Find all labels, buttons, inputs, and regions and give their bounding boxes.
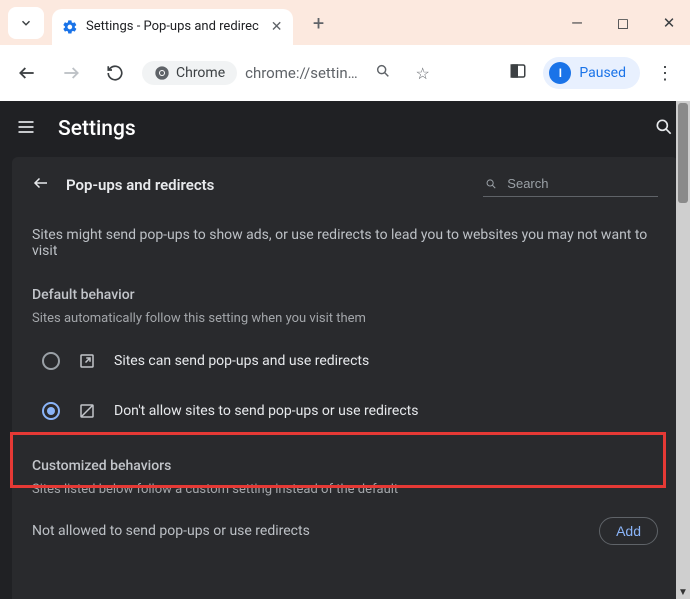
add-button[interactable]: Add [599,517,658,545]
scrollbar-thumb[interactable] [678,103,688,203]
browser-toolbar: Chrome chrome://settin… ☆ I Paused ⋮ [0,45,690,101]
not-allowed-label: Not allowed to send pop-ups or use redir… [32,523,310,539]
magnifier-icon [654,117,674,137]
url-text: chrome://settin… [245,64,358,82]
profile-status: Paused [579,65,626,81]
window-titlebar: Settings - Pop-ups and redirec ✕ + — ◻ ✕ [0,0,690,45]
settings-gear-icon [62,19,78,35]
customized-sub: Sites listed below follow a custom setti… [32,482,658,497]
maximize-button[interactable]: ◻ [608,14,638,32]
vertical-scrollbar[interactable]: ▼ [676,101,690,599]
back-button[interactable] [10,56,44,90]
magnifier-icon [375,63,391,79]
option-allow-label: Sites can send pop-ups and use redirects [114,353,369,369]
page-search-input[interactable] [505,175,656,192]
panel-icon [509,62,527,80]
page-header: Pop-ups and redirects [32,173,658,197]
open-external-icon [78,352,96,370]
customized-label: Customized behaviors [32,458,658,474]
new-tab-button[interactable]: + [305,11,333,35]
default-behavior-sub: Sites automatically follow this setting … [32,311,658,326]
arrow-left-icon [17,63,37,83]
chrome-logo-icon [154,65,170,81]
close-window-button[interactable]: ✕ [654,14,684,32]
settings-page: Pop-ups and redirects Sites might send p… [12,157,678,599]
settings-search-button[interactable] [654,117,674,142]
default-behavior-label: Default behavior [32,287,658,303]
tab-search-dropdown[interactable] [8,7,44,39]
profile-avatar: I [549,62,571,84]
not-allowed-row: Not allowed to send pop-ups or use redir… [32,517,658,545]
page-title: Pop-ups and redirects [66,176,214,194]
hamburger-menu-icon[interactable] [16,117,36,142]
browser-menu-button[interactable]: ⋮ [650,63,680,84]
settings-title: Settings [58,117,136,141]
option-allow-row[interactable]: Sites can send pop-ups and use redirects [32,336,658,386]
magnifier-icon [485,177,497,191]
bookmark-icon[interactable]: ☆ [408,64,438,83]
profile-chip[interactable]: I Paused [543,57,640,89]
scroll-down-arrow-icon[interactable]: ▼ [676,587,690,598]
option-block-label: Don't allow sites to send pop-ups or use… [114,403,418,419]
chevron-down-icon [19,16,33,30]
close-tab-icon[interactable]: ✕ [271,19,283,35]
page-back-button[interactable] [32,174,50,196]
tab-title: Settings - Pop-ups and redirec [86,19,259,34]
arrow-left-icon [32,174,50,192]
minimize-button[interactable]: — [562,14,592,32]
forward-button[interactable] [54,56,88,90]
window-controls: — ◻ ✕ [562,0,684,45]
blocked-external-icon [78,402,96,420]
option-block-row[interactable]: Don't allow sites to send pop-ups or use… [32,386,658,436]
page-description: Sites might send pop-ups to show ads, or… [32,227,658,259]
zoom-icon[interactable] [368,63,398,83]
menu-icon [16,117,36,137]
reload-button[interactable] [98,56,132,90]
settings-app-header: Settings [0,101,690,157]
browser-tab[interactable]: Settings - Pop-ups and redirec ✕ [52,9,293,45]
page-content: Settings Pop-ups and redirects Sites mig… [0,101,690,599]
site-chip[interactable]: Chrome [142,61,237,85]
page-search[interactable] [483,173,658,197]
site-chip-label: Chrome [176,65,225,81]
radio-allow[interactable] [42,352,60,370]
omnibox[interactable]: Chrome chrome://settin… [142,61,358,85]
reload-icon [106,64,124,82]
side-panel-icon[interactable] [503,62,533,84]
arrow-right-icon [61,63,81,83]
plus-icon: + [313,11,324,35]
radio-block[interactable] [42,402,60,420]
